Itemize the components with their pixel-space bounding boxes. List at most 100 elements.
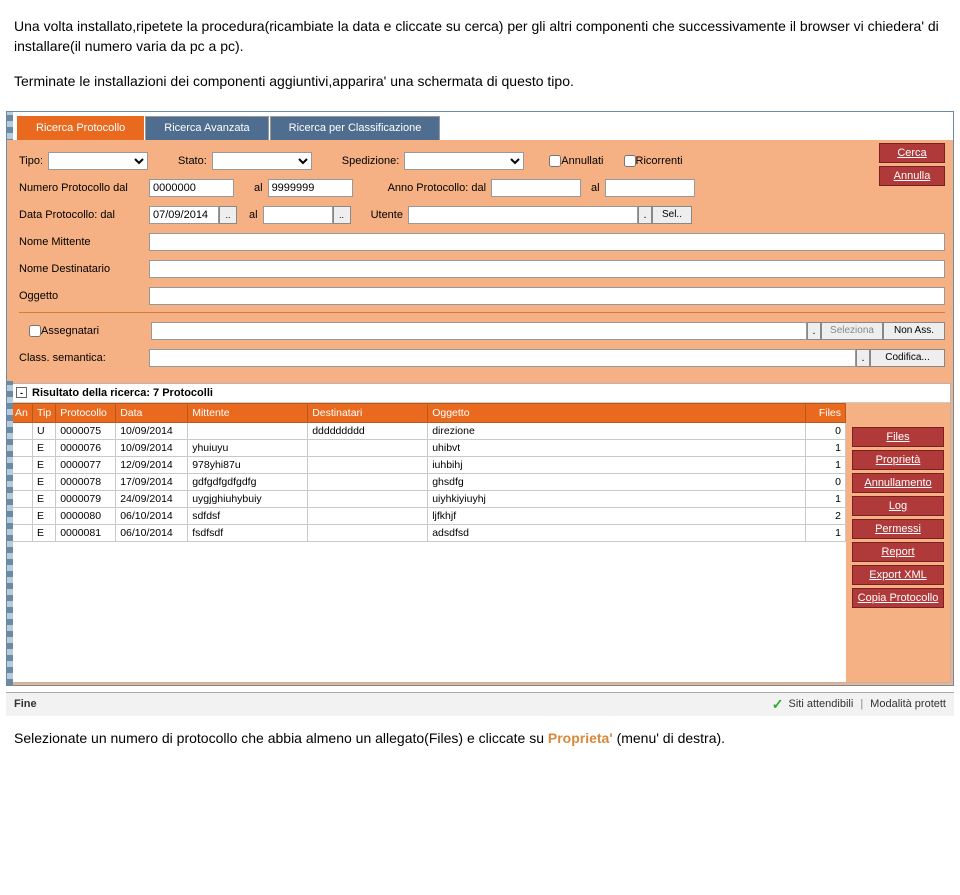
- cell-protocollo: 0000077: [56, 456, 116, 473]
- cell-data: 06/10/2014: [116, 507, 188, 524]
- cell-an: [11, 473, 33, 490]
- cell-mittente: sdfdsf: [188, 507, 308, 524]
- cell-files: 1: [806, 524, 846, 541]
- cell-destinatari: [308, 473, 428, 490]
- cell-mittente: gdfgdfgdfgdfg: [188, 473, 308, 490]
- cell-oggetto: iuhbihj: [428, 456, 806, 473]
- sel-button[interactable]: Sel..: [652, 206, 692, 224]
- results-grid[interactable]: An Tip Protocollo Data Mittente Destinat…: [10, 403, 846, 542]
- tipo-select[interactable]: [48, 152, 148, 170]
- row-dataprot: Data Protocollo: dal .. al .. Utente . S…: [19, 203, 945, 227]
- ricorrenti-checkbox[interactable]: [624, 155, 636, 167]
- row-mittente: Nome Mittente: [19, 230, 945, 254]
- lbl-dataprot: Data Protocollo: dal: [19, 209, 144, 221]
- copia-protocollo-button[interactable]: Copia Protocollo: [852, 588, 944, 608]
- cell-oggetto: uhibvt: [428, 439, 806, 456]
- utente-input[interactable]: [408, 206, 638, 224]
- tab-ricerca-classificazione[interactable]: Ricerca per Classificazione: [270, 116, 441, 140]
- col-destinatari[interactable]: Destinatari: [308, 403, 428, 422]
- annulla-button[interactable]: Annulla: [879, 166, 945, 186]
- results-panel: - Risultato della ricerca: 7 Protocolli …: [9, 383, 951, 683]
- paragraph-1: Una volta installato,ripetete la procedu…: [14, 16, 946, 57]
- divider: [19, 312, 945, 313]
- cell-oggetto: adsdfsd: [428, 524, 806, 541]
- table-row[interactable]: E000007610/09/2014yhuiuyuuhibvt1: [11, 439, 846, 456]
- col-data[interactable]: Data: [116, 403, 188, 422]
- spedizione-select[interactable]: [404, 152, 524, 170]
- table-row[interactable]: E000007924/09/2014uygjghiuhybuiyuiyhkiyi…: [11, 490, 846, 507]
- cell-data: 10/09/2014: [116, 439, 188, 456]
- nonass-button[interactable]: Non Ass.: [883, 322, 945, 340]
- grid-header-row: An Tip Protocollo Data Mittente Destinat…: [11, 403, 846, 422]
- report-button[interactable]: Report: [852, 542, 944, 562]
- cell-files: 2: [806, 507, 846, 524]
- lbl-al2: al: [591, 182, 600, 194]
- cell-data: 12/09/2014: [116, 456, 188, 473]
- cell-an: [11, 422, 33, 439]
- table-row[interactable]: E000008106/10/2014fsdfsdfadsdfsd1: [11, 524, 846, 541]
- table-row[interactable]: E000007817/09/2014gdfgdfgdfgdfgghsdfg0: [11, 473, 846, 490]
- table-row[interactable]: U000007510/09/2014ddddddddddirezione0: [11, 422, 846, 439]
- col-protocollo[interactable]: Protocollo: [56, 403, 116, 422]
- table-row[interactable]: E000008006/10/2014sdfdsfljfkhjf2: [11, 507, 846, 524]
- cell-destinatari: [308, 456, 428, 473]
- row-destinatario: Nome Destinatario: [19, 257, 945, 281]
- classsem-input[interactable]: [149, 349, 856, 367]
- destinatario-input[interactable]: [149, 260, 945, 278]
- annullamento-button[interactable]: Annullamento: [852, 473, 944, 493]
- classsem-dot-button[interactable]: .: [856, 349, 870, 367]
- assegnatari-dot-button[interactable]: .: [807, 322, 821, 340]
- lbl-stato: Stato:: [178, 155, 207, 167]
- cell-tip: E: [33, 439, 56, 456]
- tab-ricerca-protocollo[interactable]: Ricerca Protocollo: [17, 116, 144, 140]
- cell-files: 1: [806, 456, 846, 473]
- col-mittente[interactable]: Mittente: [188, 403, 308, 422]
- annoprot-dal-input[interactable]: [491, 179, 581, 197]
- col-oggetto[interactable]: Oggetto: [428, 403, 806, 422]
- col-an[interactable]: An: [11, 403, 33, 422]
- results-body: An Tip Protocollo Data Mittente Destinat…: [10, 403, 950, 682]
- assegnatari-checkbox[interactable]: [29, 325, 41, 337]
- permessi-button[interactable]: Permessi: [852, 519, 944, 539]
- cell-an: [11, 524, 33, 541]
- p3-c: (menu' di destra).: [617, 730, 726, 746]
- codifica-button[interactable]: Codifica...: [870, 349, 945, 367]
- dataprot-al-input[interactable]: [263, 206, 333, 224]
- stato-select[interactable]: [212, 152, 312, 170]
- numprot-dal-input[interactable]: [149, 179, 234, 197]
- cell-mittente: uygjghiuhybuiy: [188, 490, 308, 507]
- seleziona-button[interactable]: Seleziona: [821, 322, 883, 340]
- cell-destinatari: [308, 507, 428, 524]
- date-picker-2[interactable]: ..: [333, 206, 351, 224]
- table-row[interactable]: E000007712/09/2014978yhi87uiuhbihj1: [11, 456, 846, 473]
- dataprot-dal-input[interactable]: [149, 206, 219, 224]
- cell-tip: U: [33, 422, 56, 439]
- exportxml-button[interactable]: Export XML: [852, 565, 944, 585]
- cerca-button[interactable]: Cerca: [879, 143, 945, 163]
- date-picker-1[interactable]: ..: [219, 206, 237, 224]
- oggetto-input[interactable]: [149, 287, 945, 305]
- row-classsem: Class. semantica: . Codifica...: [19, 346, 945, 370]
- utente-dot-button[interactable]: .: [638, 206, 652, 224]
- log-button[interactable]: Log: [852, 496, 944, 516]
- col-files[interactable]: Files: [806, 403, 846, 422]
- mittente-input[interactable]: [149, 233, 945, 251]
- collapse-icon[interactable]: -: [16, 387, 27, 398]
- numprot-al-input[interactable]: [268, 179, 353, 197]
- cell-files: 0: [806, 422, 846, 439]
- status-siti: Siti attendibili: [788, 698, 853, 710]
- annullati-checkbox[interactable]: [549, 155, 561, 167]
- tab-ricerca-avanzata[interactable]: Ricerca Avanzata: [145, 116, 268, 140]
- files-button[interactable]: Files: [852, 427, 944, 447]
- col-tip[interactable]: Tip: [33, 403, 56, 422]
- cell-destinatari: [308, 490, 428, 507]
- lbl-ricorrenti: Ricorrenti: [636, 155, 683, 167]
- assegnatari-input[interactable]: [151, 322, 807, 340]
- status-right: ✓ Siti attendibili | Modalità protett: [772, 696, 946, 713]
- proprieta-button[interactable]: Proprietà: [852, 450, 944, 470]
- annoprot-al-input[interactable]: [605, 179, 695, 197]
- lbl-numprot: Numero Protocollo dal: [19, 182, 144, 194]
- cell-destinatari: [308, 524, 428, 541]
- cell-data: 06/10/2014: [116, 524, 188, 541]
- search-form: Cerca Annulla Tipo: Stato: Spedizione: A…: [7, 140, 953, 381]
